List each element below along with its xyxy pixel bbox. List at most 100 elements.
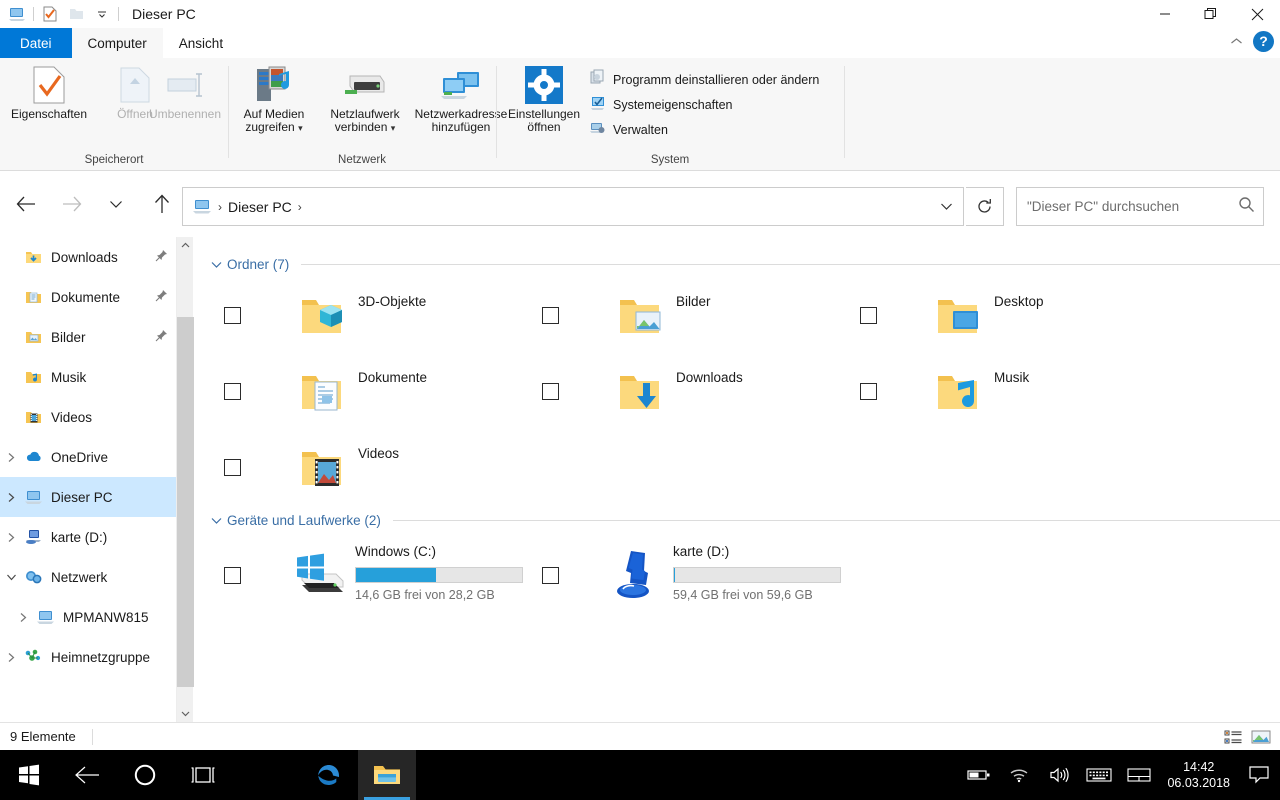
chevron-right-icon[interactable] [12, 612, 34, 623]
file-item-musik[interactable]: Musik [860, 358, 1177, 418]
sidebar-item-dokumente[interactable]: Dokumente [0, 277, 176, 317]
ribbon-tabs-right: ? [1225, 30, 1274, 52]
back-button[interactable] [7, 185, 45, 223]
toolbar-divider-2 [118, 7, 119, 21]
ribbon-button-netzlaufwerk-verbinden[interactable]: Netzlaufwerk verbinden ▾ [321, 64, 409, 146]
group-header-ordner[interactable]: Ordner (7) [208, 257, 1280, 272]
file-item-3d-objekte[interactable]: 3D-Objekte [224, 282, 541, 342]
pin-icon[interactable] [155, 329, 168, 347]
taskbar-app-file-explorer[interactable] [358, 750, 416, 800]
pin-icon[interactable] [155, 249, 168, 267]
chevron-down-icon[interactable] [208, 261, 224, 269]
refresh-button[interactable] [966, 187, 1004, 226]
ribbon-button-einstellungen-oeffnen[interactable]: Einstellungen öffnen [501, 64, 587, 146]
tab-computer[interactable]: Computer [71, 28, 163, 58]
ribbon-button-umbenennen[interactable]: Umbenennen [142, 64, 228, 146]
action-center-icon[interactable] [1238, 750, 1280, 800]
start-button[interactable] [0, 750, 58, 800]
maximize-icon[interactable] [1188, 0, 1234, 28]
file-item-videos[interactable]: Videos [224, 434, 541, 494]
item-checkbox[interactable] [860, 307, 877, 324]
file-item-downloads[interactable]: Downloads [542, 358, 859, 418]
item-checkbox[interactable] [542, 567, 559, 584]
item-checkbox[interactable] [224, 459, 241, 476]
content-pane[interactable]: Ordner (7) 3D-Objekte Bilder Desktop Dok… [194, 237, 1280, 722]
wifi-icon[interactable] [999, 750, 1039, 800]
chevron-right-icon[interactable] [0, 652, 22, 663]
sidebar-item-mpmanw815[interactable]: MPMANW815 [0, 597, 176, 637]
ribbon-button-verwalten[interactable]: Verwalten [589, 119, 668, 141]
pin-icon[interactable] [155, 289, 168, 307]
sidebar-item-heimnetzgruppe[interactable]: Heimnetzgruppe [0, 637, 176, 677]
drive-item-karte-d[interactable]: karte (D:) 59,4 GB frei von 59,6 GB [542, 540, 859, 603]
large-icons-view-button[interactable] [1250, 727, 1272, 747]
chevron-up-icon[interactable] [1225, 30, 1247, 52]
drive-item-windows-c[interactable]: Windows (C:) 14,6 GB frei von 28,2 GB [224, 540, 541, 603]
taskbar-back-button[interactable] [58, 750, 116, 800]
file-item-desktop[interactable]: Desktop [860, 282, 1177, 342]
details-view-button[interactable] [1222, 727, 1244, 747]
sidebar-item-dieser-pc[interactable]: Dieser PC [0, 477, 176, 517]
task-view-icon[interactable] [174, 750, 232, 800]
sidebar-item-netzwerk[interactable]: Netzwerk [0, 557, 176, 597]
breadcrumb-separator-2[interactable]: › [298, 200, 302, 214]
forward-button[interactable] [53, 185, 91, 223]
cortana-circle-icon[interactable] [116, 750, 174, 800]
ribbon-button-eigenschaften[interactable]: Eigenschaften [6, 64, 92, 146]
chevron-down-icon[interactable] [0, 573, 22, 582]
recent-locations-chevron-down-icon[interactable] [97, 185, 135, 223]
file-item-dokumente[interactable]: Dokumente [224, 358, 541, 418]
sidebar-item-karte-d[interactable]: karte (D:) [0, 517, 176, 557]
navigation-pane[interactable]: Downloads Dokumente Bilder Musik Videos … [0, 237, 176, 722]
ribbon-button-auf-medien-zugreifen[interactable]: Auf Medien zugreifen ▾ [233, 64, 315, 146]
chevron-down-icon[interactable]: ▾ [298, 123, 303, 133]
file-explorer-window: Dieser PC Datei Computer Ansicht ? Eigen… [0, 0, 1280, 800]
close-icon[interactable] [1234, 0, 1280, 28]
taskbar-app-edge[interactable] [300, 750, 358, 800]
up-button[interactable] [143, 185, 181, 223]
properties-icon[interactable] [37, 2, 63, 26]
tab-ansicht[interactable]: Ansicht [163, 28, 239, 58]
chevron-right-icon[interactable] [0, 492, 22, 503]
this-pc-icon[interactable] [4, 2, 30, 26]
search-box[interactable]: "Dieser PC" durchsuchen [1016, 187, 1264, 226]
item-checkbox[interactable] [860, 383, 877, 400]
volume-icon[interactable] [1039, 750, 1079, 800]
navigation-pane-scrollbar[interactable] [176, 237, 194, 722]
item-checkbox[interactable] [224, 307, 241, 324]
ribbon-button-programm-deinstallieren[interactable]: Programm deinstallieren oder ändern [589, 69, 819, 91]
customize-quick-access-chevron-down-icon[interactable] [89, 2, 115, 26]
item-checkbox[interactable] [224, 567, 241, 584]
chevron-right-icon[interactable] [0, 452, 22, 463]
address-dropdown-chevron-down-icon[interactable] [929, 188, 963, 225]
breadcrumb-dieser-pc[interactable]: Dieser PC [228, 199, 292, 215]
battery-icon[interactable] [959, 750, 999, 800]
chevron-down-icon[interactable] [208, 517, 224, 525]
scroll-down-icon[interactable] [177, 705, 194, 722]
tab-datei[interactable]: Datei [0, 28, 72, 58]
address-bar[interactable]: › Dieser PC › [182, 187, 964, 226]
item-checkbox[interactable] [542, 307, 559, 324]
sidebar-item-videos[interactable]: Videos [0, 397, 176, 437]
help-button[interactable]: ? [1253, 30, 1274, 52]
group-header-geraete-und-laufwerke[interactable]: Geräte und Laufwerke (2) [208, 513, 1280, 528]
taskbar-clock[interactable]: 14:42 06.03.2018 [1159, 759, 1238, 791]
item-checkbox[interactable] [224, 383, 241, 400]
search-icon[interactable] [1238, 196, 1255, 218]
item-checkbox[interactable] [542, 383, 559, 400]
keyboard-icon[interactable] [1079, 750, 1119, 800]
sidebar-item-bilder[interactable]: Bilder [0, 317, 176, 357]
touchpad-icon[interactable] [1119, 750, 1159, 800]
sidebar-item-onedrive[interactable]: OneDrive [0, 437, 176, 477]
new-folder-icon[interactable] [63, 2, 89, 26]
search-input[interactable]: "Dieser PC" durchsuchen [1027, 199, 1179, 214]
ribbon-button-systemeigenschaften[interactable]: Systemeigenschaften [589, 94, 733, 116]
file-item-bilder[interactable]: Bilder [542, 282, 859, 342]
sidebar-item-musik[interactable]: Musik [0, 357, 176, 397]
scrollbar-thumb[interactable] [177, 317, 194, 687]
chevron-right-icon[interactable] [0, 532, 22, 543]
sidebar-item-downloads[interactable]: Downloads [0, 237, 176, 277]
minimize-icon[interactable] [1142, 0, 1188, 28]
scroll-up-icon[interactable] [177, 237, 193, 254]
chevron-down-icon[interactable]: ▾ [391, 123, 396, 133]
